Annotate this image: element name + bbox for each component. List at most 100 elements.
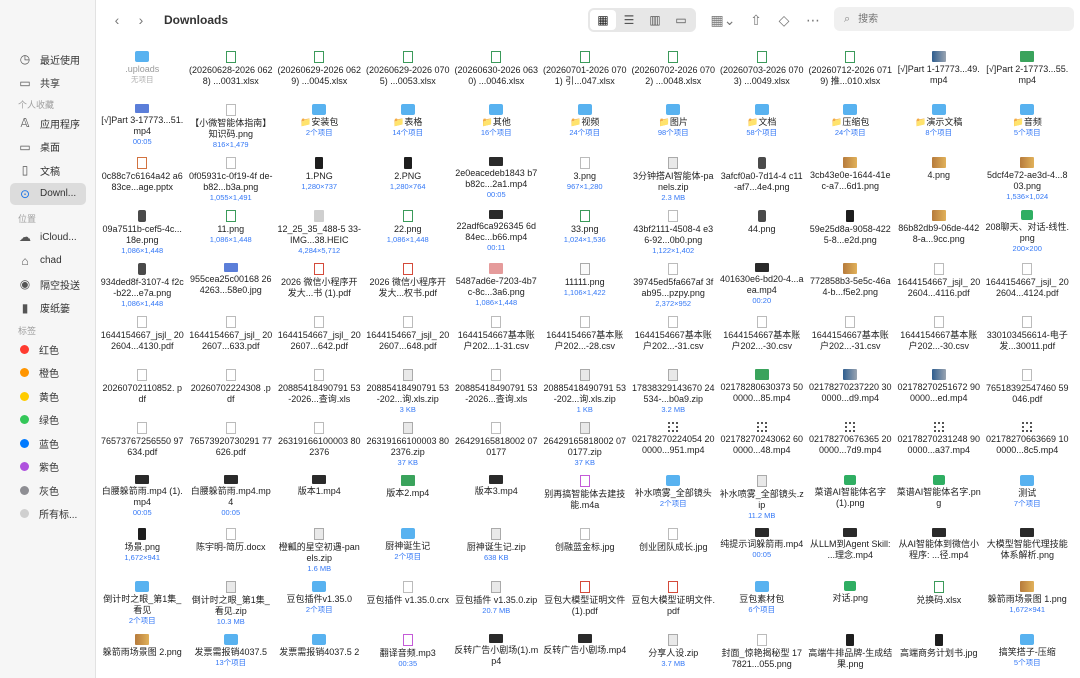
file-item[interactable]: 2e0eacedeb1843 b7b82c...2a1.mp4 00:05 — [452, 153, 541, 206]
file-item[interactable]: 26319166100003 802376 — [275, 418, 364, 471]
list-view-button[interactable]: ☰ — [616, 10, 642, 30]
file-item[interactable]: 📁演示文稿 8个项目 — [895, 100, 984, 153]
file-item[interactable]: 22.png 1,086×1,448 — [364, 206, 453, 259]
file-item[interactable]: 豆包大模型证明文件.pdf — [629, 577, 718, 630]
file-item[interactable]: 3afcf0a0-7d14-4 c11-af7...4e4.png — [718, 153, 807, 206]
file-item[interactable]: 豆包插件 v1.35.0.zip 20.7 MB — [452, 577, 541, 630]
sidebar-tag-item[interactable]: 蓝色 — [10, 432, 86, 454]
file-item[interactable]: (20260629-2026 0629) ...0045.xlsx — [275, 47, 364, 100]
more-button[interactable]: ⋯ — [802, 8, 824, 32]
file-item[interactable]: 3分钟搭AI智能体-panels.zip 2.3 MB — [629, 153, 718, 206]
file-item[interactable]: 从LLM到Agent Skill: ...理念.mp4 — [806, 524, 895, 577]
file-item[interactable]: 2.PNG 1,280×764 — [364, 153, 453, 206]
file-item[interactable]: 4.png — [895, 153, 984, 206]
file-item[interactable]: 场景.png 1,672×941 — [98, 524, 187, 577]
file-item[interactable]: 发票需报销4037.5 13个项目 — [187, 630, 276, 678]
file-item[interactable]: 白腰躲箭雨.mp4.mp4 00:05 — [187, 471, 276, 524]
file-item[interactable]: 11111.png 1,106×1,422 — [541, 259, 630, 312]
group-button[interactable]: ▦⌄ — [708, 8, 738, 32]
file-item[interactable]: 20885418490791 53-202...询.xls.zip 1 KB — [541, 365, 630, 418]
file-item[interactable]: 76573767256550 97634.pdf — [98, 418, 187, 471]
file-item[interactable]: 1644154667_jsjl_ 202607...648.pdf — [364, 312, 453, 365]
sidebar-item[interactable]: ⌂ chad — [10, 250, 86, 272]
file-item[interactable]: 搞笑搭子-压缩 5个项目 — [983, 630, 1072, 678]
file-item[interactable]: 躲箭雨场景图 2.png — [98, 630, 187, 678]
file-item[interactable]: 3cb43e0e-1644-41ec-a7...6d1.png — [806, 153, 895, 206]
file-item[interactable]: [√]Part 3-17773...51.mp4 00:05 — [98, 100, 187, 153]
tag-button[interactable]: ◇ — [774, 8, 794, 32]
file-item[interactable]: 厨神诞生记.zip 638 KB — [452, 524, 541, 577]
file-item[interactable]: 76518392547460 59046.pdf — [983, 365, 1072, 418]
file-item[interactable]: 豆包插件 v1.35.0.crx — [364, 577, 453, 630]
file-item[interactable]: 17838329143670 24534-...b0a9.zip 3.2 MB — [629, 365, 718, 418]
file-item[interactable]: 02178270663669 100000...8c5.mp4 — [983, 418, 1072, 471]
share-button[interactable]: ⇧ — [746, 8, 766, 32]
file-item[interactable]: 02178270231248 900000...a37.mp4 — [895, 418, 984, 471]
file-item[interactable]: 躲箭雨场景图 1.png 1,672×941 — [983, 577, 1072, 630]
sidebar-tag-item[interactable]: 所有标... — [10, 503, 86, 525]
file-item[interactable]: 02178280630373 500000...85.mp4 — [718, 365, 807, 418]
sidebar-tag-item[interactable]: 紫色 — [10, 456, 86, 478]
file-item[interactable]: 20260702224308 .pdf — [187, 365, 276, 418]
file-item[interactable]: 分享人设.zip 3.7 MB — [629, 630, 718, 678]
file-item[interactable]: (20260628-2026 0628) ...0031.xlsx — [187, 47, 276, 100]
back-button[interactable]: ‹ — [108, 8, 126, 32]
file-item[interactable]: 补水喷雾_全部镜头.zip 11.2 MB — [718, 471, 807, 524]
file-item[interactable]: 创业团队成长.jpg — [629, 524, 718, 577]
file-item[interactable]: .uploads 无项目 — [98, 47, 187, 100]
file-item[interactable]: 33.png 1,024×1,536 — [541, 206, 630, 259]
file-item[interactable]: 02178270676365 200000...7d9.mp4 — [806, 418, 895, 471]
file-item[interactable]: 菜谱AI智能体名字.png — [895, 471, 984, 524]
file-item[interactable]: 1644154667基本账户202...-31.csv — [629, 312, 718, 365]
file-item[interactable]: 1644154667_jsjl_ 202604...4130.pdf — [98, 312, 187, 365]
sidebar-item[interactable]: ◉ 隔空投送 — [10, 273, 86, 295]
file-item[interactable]: (20260712-2026 0719) 推...010.xlsx — [806, 47, 895, 100]
file-item[interactable]: 0f05931c-0f19-4f de-b82...b3a.png 1,055×1… — [187, 153, 276, 206]
file-item[interactable]: (20260703-2026 0703) ...0049.xlsx — [718, 47, 807, 100]
file-item[interactable]: 1644154667_jsjl_ 202604...4116.pdf — [895, 259, 984, 312]
file-item[interactable]: 1644154667基本账户202...-28.csv — [541, 312, 630, 365]
file-item[interactable]: 倒计时之眼_第1集_看见.zip 10.3 MB — [187, 577, 276, 630]
sidebar-tag-item[interactable]: 灰色 — [10, 479, 86, 501]
file-item[interactable]: 22adf6ca926345 6d84ec...b66.mp4 00:11 — [452, 206, 541, 259]
sidebar-item[interactable]: ☁ iCloud... — [10, 226, 86, 248]
file-item[interactable]: 44.png — [718, 206, 807, 259]
file-item[interactable]: 豆包大模型证明文件(1).pdf — [541, 577, 630, 630]
grid-view-button[interactable]: ▦ — [590, 10, 617, 30]
file-item[interactable]: 发票需报销4037.5 2 — [275, 630, 364, 678]
sidebar-item[interactable]: ▭ 桌面 — [10, 136, 86, 158]
file-item[interactable]: 纯提示词躲箭雨.mp4 00:05 — [718, 524, 807, 577]
gallery-view-button[interactable]: ▭ — [668, 10, 694, 30]
file-item[interactable]: 76573920730291 77626.pdf — [187, 418, 276, 471]
file-item[interactable]: 86b82db9-06de-4428-a...9cc.png — [895, 206, 984, 259]
sidebar-tag-item[interactable]: 绿色 — [10, 409, 86, 431]
file-item[interactable]: 20885418490791 53-202...询.xls.zip 3 KB — [364, 365, 453, 418]
sidebar-item[interactable]: ▭ 共享 — [10, 72, 86, 94]
file-item[interactable]: 02178270237220 300000...d9.mp4 — [806, 365, 895, 418]
file-item[interactable]: 02178270224054 200000...951.mp4 — [629, 418, 718, 471]
file-item[interactable]: 208聊天、对话-线性.png 200×200 — [983, 206, 1072, 259]
file-item[interactable]: 1.PNG 1,280×737 — [275, 153, 364, 206]
file-item[interactable]: 0c88c7c6164a42 a683ce...age.pptx — [98, 153, 187, 206]
file-item[interactable]: 02178270251672 900000...ed.mp4 — [895, 365, 984, 418]
file-item[interactable]: 401630e6-bd20-4...aea.mp4 00:20 — [718, 259, 807, 312]
file-item[interactable]: (20260701-2026 0701) 引...047.xlsx — [541, 47, 630, 100]
file-item[interactable]: 934ded8f-3107-4 f2c-b22...e7a.png 1,086×1… — [98, 259, 187, 312]
file-item[interactable]: (20260629-2026 0705) ...0053.xlsx — [364, 47, 453, 100]
file-item[interactable]: 📁图片 98个项目 — [629, 100, 718, 153]
sidebar-item[interactable]: ▯ 文稿 — [10, 159, 86, 181]
file-item[interactable]: 【小微智能体指南】知识码.png 816×1,479 — [187, 100, 276, 153]
search-field[interactable]: ⌕ — [834, 7, 1074, 31]
file-item[interactable]: 兑换码.xlsx — [895, 577, 984, 630]
file-item[interactable]: 创融蓝金标.jpg — [541, 524, 630, 577]
sidebar-tag-item[interactable]: 黄色 — [10, 385, 86, 407]
file-item[interactable]: 955cea25c00168 264263...58e0.jpg — [187, 259, 276, 312]
file-item[interactable]: 陈宇明-简历.docx — [187, 524, 276, 577]
sidebar-item[interactable]: 𝔸 应用程序 — [10, 112, 86, 134]
file-item[interactable]: [√]Part 1-17773...49.mp4 — [895, 47, 984, 100]
file-item[interactable]: 12_25_35_488-5 33-IMG...38.HEIC 4,284×5,7… — [275, 206, 364, 259]
file-item[interactable]: 3.png 967×1,280 — [541, 153, 630, 206]
file-item[interactable]: 1644154667_jsjl_ 202607...642.pdf — [275, 312, 364, 365]
search-input[interactable] — [856, 12, 1041, 26]
file-item[interactable]: 版本1.mp4 — [275, 471, 364, 524]
